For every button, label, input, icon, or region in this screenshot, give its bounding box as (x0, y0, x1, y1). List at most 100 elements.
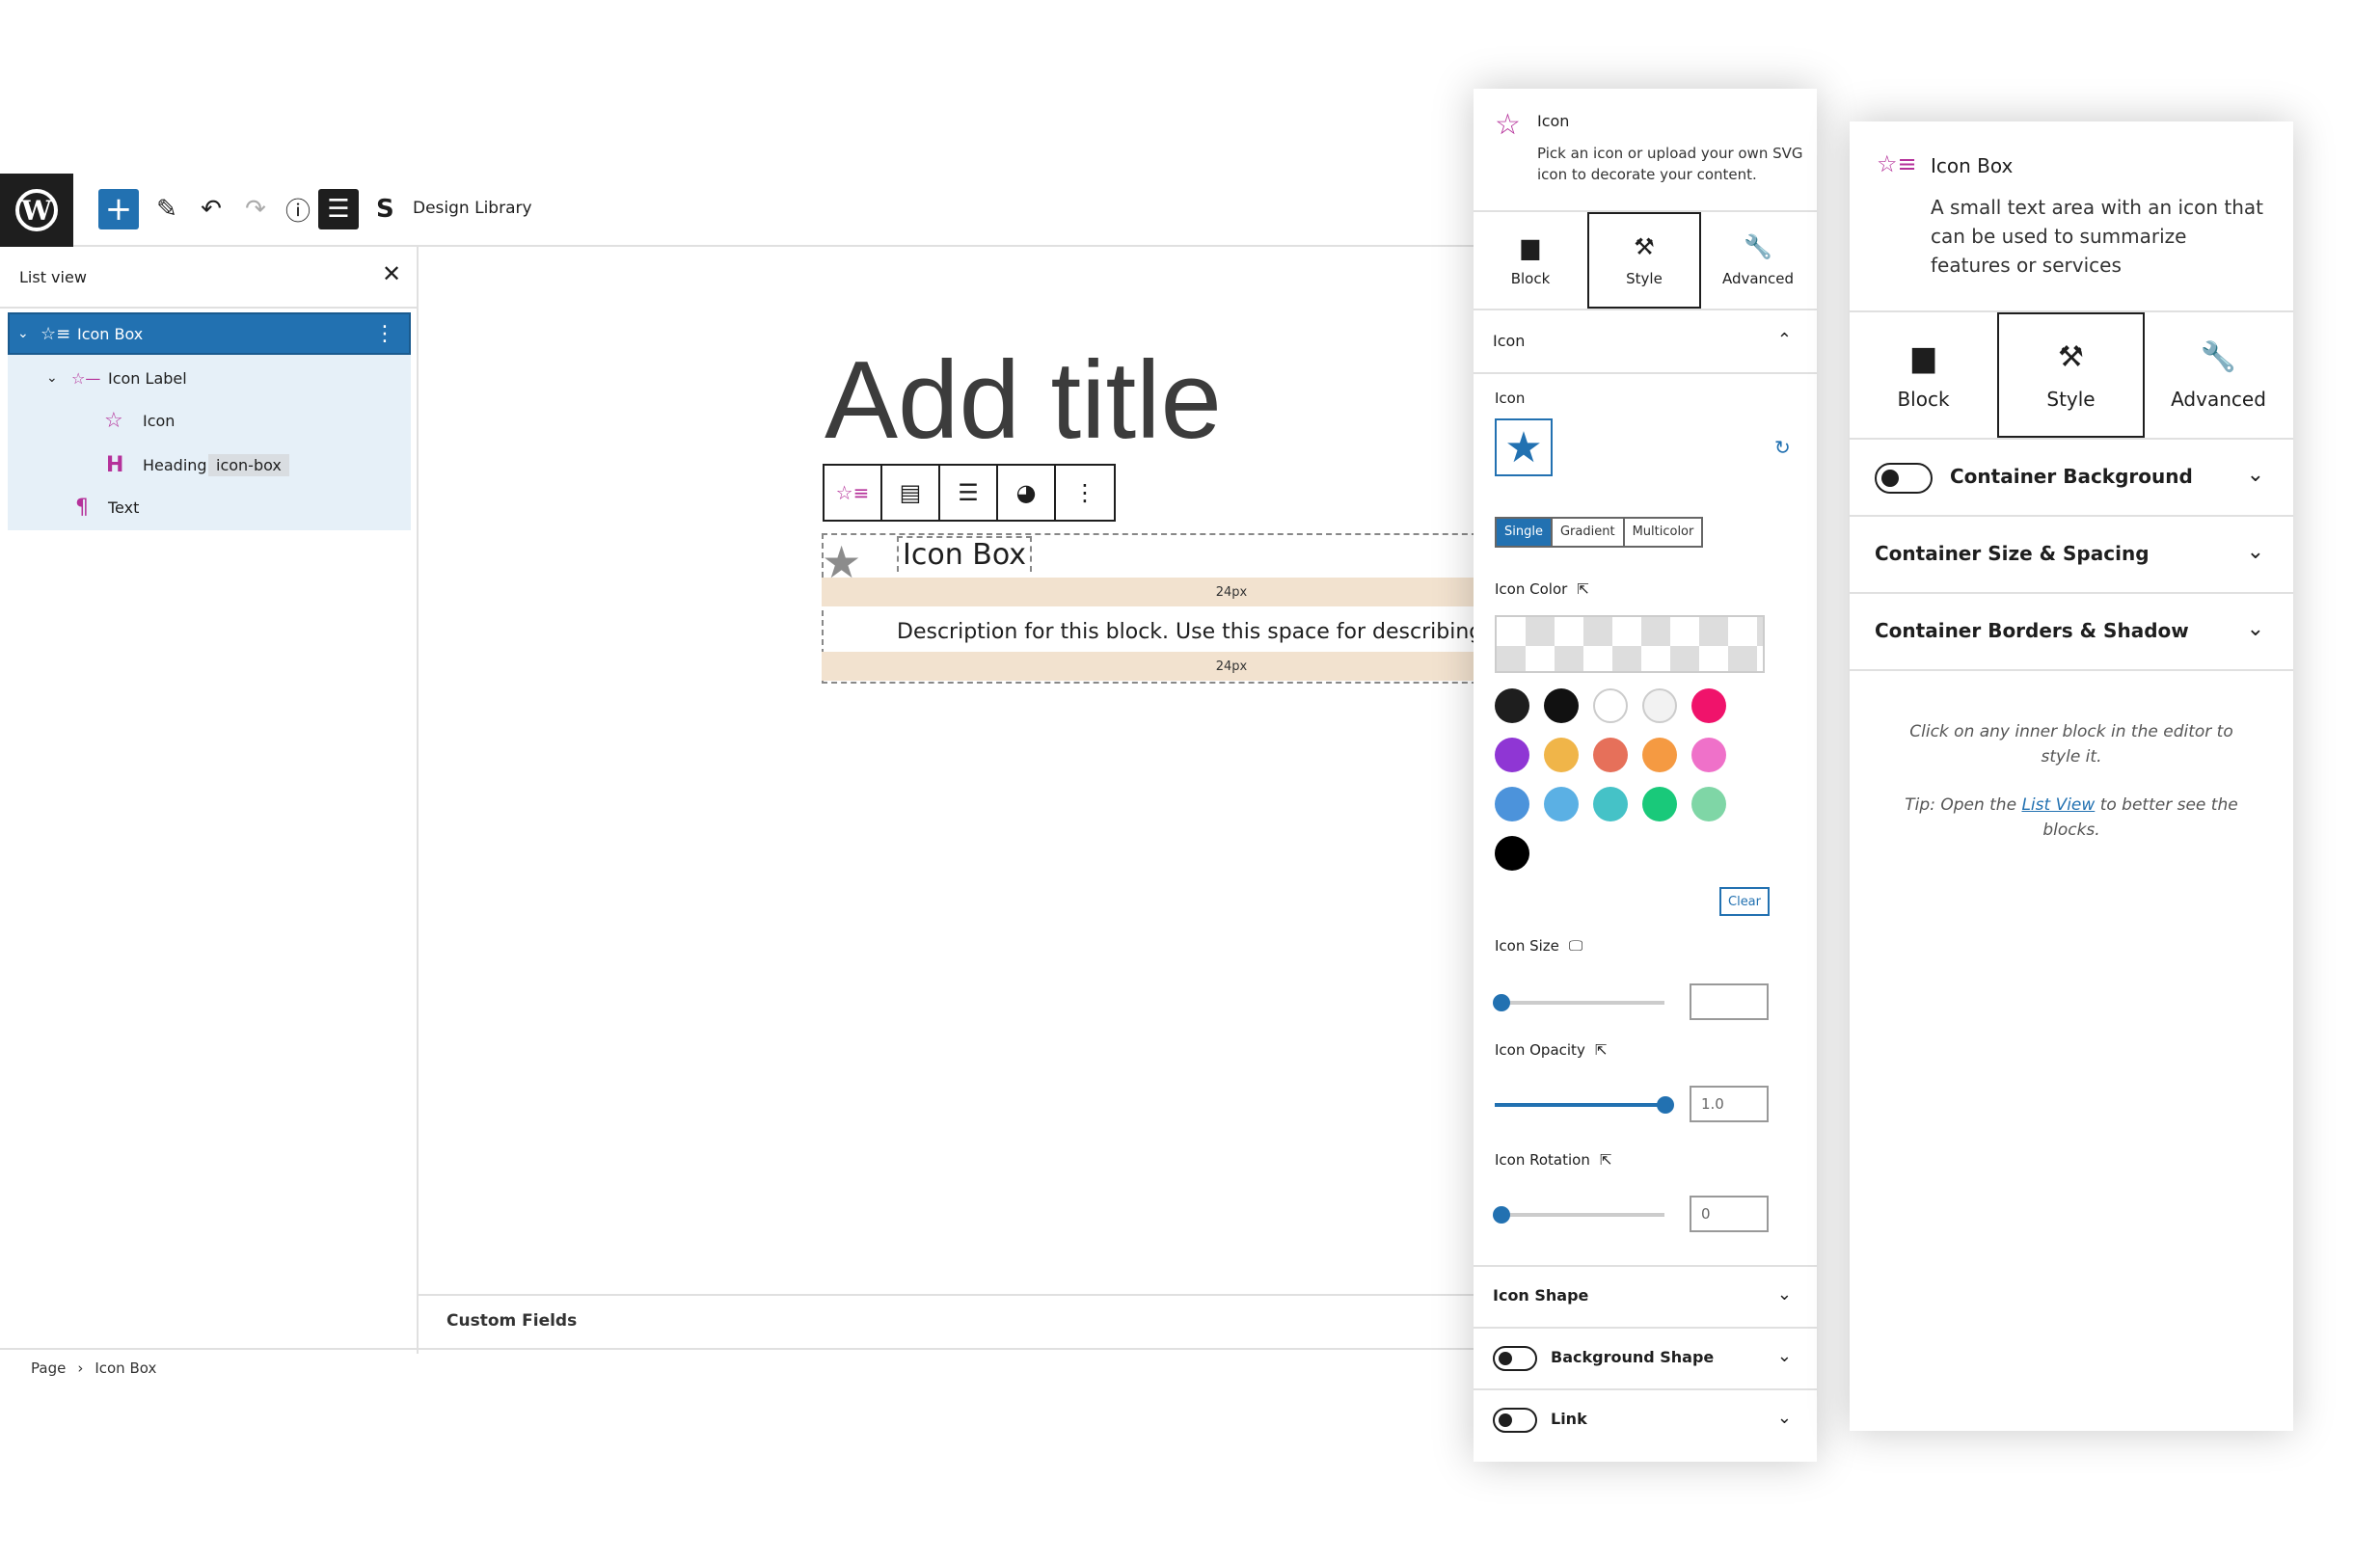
breadcrumb-item[interactable]: Page (31, 1359, 66, 1377)
icon-opacity-input[interactable]: 1.0 (1690, 1086, 1769, 1122)
stackable-logo-icon[interactable]: S (376, 195, 394, 224)
color-swatch[interactable] (1593, 787, 1628, 821)
list-item-icon-label[interactable]: ⌄ ☆— Icon Label (8, 357, 411, 399)
spacer-indicator[interactable]: 24px (822, 652, 1487, 681)
color-swatch[interactable] (1544, 738, 1579, 772)
tab-style[interactable]: ⚒ Style (1587, 212, 1701, 309)
color-type-multicolor[interactable]: Multicolor (1625, 519, 1702, 546)
close-icon: ✕ (382, 260, 402, 287)
list-view-button[interactable]: ☰ (318, 189, 359, 229)
color-swatch[interactable] (1593, 738, 1628, 772)
list-item-heading[interactable]: H Heading icon-box (8, 444, 411, 486)
post-title-input[interactable]: Add title (825, 337, 1222, 464)
color-swatch[interactable] (1495, 836, 1529, 871)
edit-tool-button[interactable]: ✎ (147, 189, 187, 229)
chevron-down-icon[interactable]: ⌄ (17, 326, 29, 341)
hover-state-icon[interactable]: ⇱ (1595, 1041, 1608, 1059)
chevron-down-icon: ⌄ (2246, 463, 2264, 487)
slider-thumb[interactable] (1493, 994, 1510, 1011)
wordpress-logo-button[interactable]: W (0, 174, 73, 247)
more-options-icon[interactable]: ⋮ (374, 322, 395, 346)
icon-rotation-input[interactable]: 0 (1690, 1196, 1769, 1232)
link-toggle[interactable] (1493, 1408, 1537, 1433)
desktop-icon[interactable]: 🖵 (1569, 937, 1582, 955)
hover-state-icon[interactable]: ⇱ (1600, 1151, 1612, 1169)
list-view-link[interactable]: List View (2021, 795, 2095, 815)
icon-color-label: Icon Color ⇱ (1495, 580, 1589, 598)
spacer-indicator[interactable]: 24px (822, 578, 1487, 606)
redo-button[interactable]: ↷ (235, 189, 276, 229)
section-label: Container Background (1950, 465, 2193, 488)
star-icon: ☆ (104, 408, 123, 433)
hover-state-icon[interactable]: ⇱ (1577, 580, 1589, 598)
reset-icon[interactable]: ↻ (1774, 436, 1791, 459)
slider-thumb[interactable] (1493, 1206, 1510, 1224)
block-description[interactable]: Description for this block. Use this spa… (897, 620, 1487, 644)
list-item-icon[interactable]: ☆ Icon (8, 399, 411, 442)
color-swatch[interactable] (1642, 688, 1677, 723)
icon-opacity-slider[interactable] (1495, 1096, 1674, 1114)
color-swatch[interactable] (1691, 688, 1726, 723)
align-button[interactable]: ▤ (882, 466, 940, 520)
add-block-button[interactable]: + (98, 189, 139, 229)
container-borders-shadow-section[interactable]: Container Borders & Shadow ⌄ (1850, 594, 2293, 671)
link-section[interactable]: Link ⌄ (1474, 1388, 1817, 1450)
color-swatch[interactable] (1691, 738, 1726, 772)
background-shape-toggle[interactable] (1493, 1346, 1537, 1371)
color-swatch[interactable] (1495, 787, 1529, 821)
custom-fields-toggle[interactable]: Custom Fields (446, 1311, 577, 1331)
list-item-label: Text (108, 498, 140, 517)
container-size-spacing-section[interactable]: Container Size & Spacing ⌄ (1850, 517, 2293, 594)
tab-style[interactable]: ⚒ Style (1997, 312, 2145, 438)
slider-thumb[interactable] (1657, 1096, 1674, 1114)
color-type-gradient[interactable]: Gradient (1553, 519, 1625, 546)
list-item-icon-box[interactable]: ⌄ ☆≡ Icon Box ⋮ (8, 312, 411, 355)
design-library-button[interactable]: Design Library (413, 199, 532, 218)
list-item-text[interactable]: ¶ Text (8, 486, 411, 528)
color-swatch[interactable] (1495, 688, 1529, 723)
color-swatch[interactable] (1544, 787, 1579, 821)
tab-label: Block (1510, 270, 1551, 287)
color-type-single[interactable]: Single (1497, 519, 1553, 546)
text-align-left-icon: ☰ (958, 479, 979, 506)
block-heading[interactable]: Icon Box (897, 536, 1033, 572)
color-swatch[interactable] (1691, 787, 1726, 821)
color-swatch[interactable] (1642, 787, 1677, 821)
container-background-toggle[interactable] (1875, 463, 1933, 494)
color-swatch[interactable] (1544, 688, 1579, 723)
icon-shape-section[interactable]: Icon Shape ⌄ (1474, 1265, 1817, 1327)
icon-picker-button[interactable]: ★ (1495, 418, 1553, 476)
more-options-button[interactable]: ⋮ (1056, 466, 1114, 520)
tab-advanced[interactable]: 🔧 Advanced (2145, 312, 2292, 438)
section-label: Link (1551, 1410, 1587, 1428)
chevron-down-icon[interactable]: ⌄ (46, 370, 58, 386)
list-view-tree: ⌄ ☆≡ Icon Box ⋮ ⌄ ☆— Icon Label ☆ Icon H… (8, 312, 411, 530)
style-copy-button[interactable]: ◕ (998, 466, 1056, 520)
tab-block[interactable]: ▆ Block (1850, 312, 1997, 438)
label-text: Icon Size (1495, 937, 1559, 955)
color-swatch[interactable] (1593, 688, 1628, 723)
icon-size-input[interactable] (1690, 983, 1769, 1020)
star-icon: ★ (1504, 422, 1543, 472)
clear-color-button[interactable]: Clear (1719, 887, 1770, 916)
details-button[interactable]: ⓘ (278, 189, 318, 229)
background-shape-section[interactable]: Background Shape ⌄ (1474, 1327, 1817, 1388)
color-swatch[interactable] (1642, 738, 1677, 772)
tab-label: Advanced (1721, 270, 1795, 287)
tab-advanced[interactable]: 🔧 Advanced (1701, 212, 1815, 309)
divider (0, 1348, 1485, 1350)
tab-block[interactable]: ▆ Block (1474, 212, 1587, 309)
icon-section-header[interactable]: Icon ⌃ (1474, 312, 1817, 374)
icon-size-slider[interactable] (1493, 994, 1664, 1011)
color-swatch[interactable] (1495, 738, 1529, 772)
icon-rotation-slider[interactable] (1493, 1206, 1664, 1224)
container-background-section[interactable]: Container Background ⌄ (1850, 440, 2293, 517)
undo-button[interactable]: ↶ (191, 189, 231, 229)
breadcrumb-item[interactable]: Icon Box (95, 1359, 156, 1377)
color-preview[interactable] (1495, 615, 1765, 673)
icon-rotation-label: Icon Rotation ⇱ (1495, 1151, 1611, 1169)
close-list-view-button[interactable]: ✕ (382, 260, 401, 287)
tab-label: Block (1897, 387, 1950, 411)
text-align-button[interactable]: ☰ (940, 466, 998, 520)
block-type-button[interactable]: ☆≡ (825, 466, 882, 520)
